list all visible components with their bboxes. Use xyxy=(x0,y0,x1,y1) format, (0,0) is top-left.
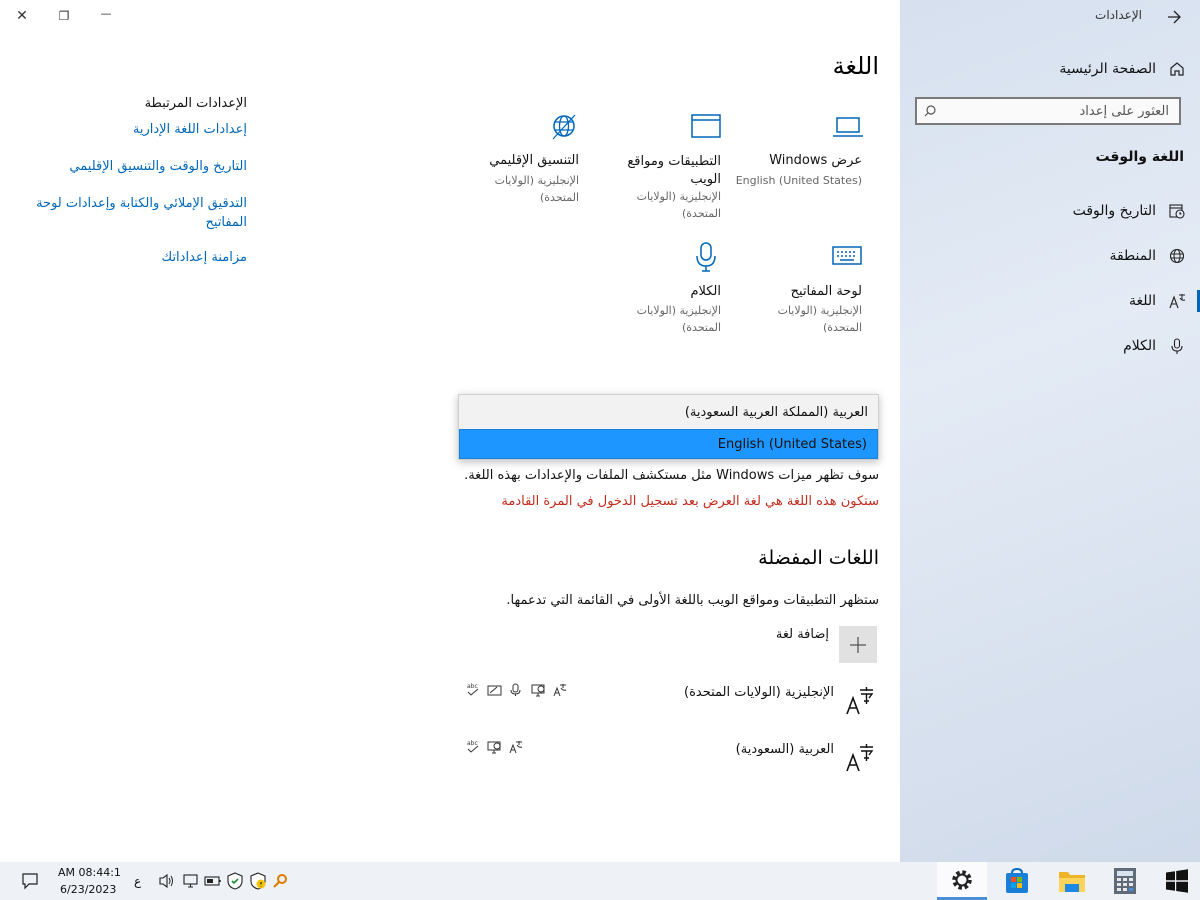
taskbar: AM 08:44:1 6/23/2023 ع xyxy=(0,862,1200,900)
language-small-icon xyxy=(553,684,567,697)
language-name: الإنجليزية (الولايات المتحدة) xyxy=(684,685,834,700)
spelling-typing-link[interactable]: التدقيق الإملائي والكتابة وإعدادات لوحة … xyxy=(32,194,247,232)
language-icon xyxy=(846,687,874,715)
datetime-region-link[interactable]: التاريخ والوقت والتنسيق الإقليمي xyxy=(69,159,247,174)
volume-icon[interactable] xyxy=(158,873,176,889)
sidebar-section-title: اللغة والوقت xyxy=(1095,149,1184,165)
store-app-button[interactable] xyxy=(992,862,1042,900)
home-icon xyxy=(1170,62,1184,76)
keyboard-icon xyxy=(832,246,862,265)
search-placeholder: العثور على إعداد xyxy=(1079,104,1169,119)
sidebar: الإعدادات الصفحة الرئيسية العثور على إعد… xyxy=(900,0,1200,862)
language-feature-icons: abc xyxy=(466,739,536,755)
sidebar-item-speech-label: الكلام xyxy=(1123,338,1156,354)
app-window-icon xyxy=(691,114,721,138)
tile-speech-subtitle: الإنجليزية (الولايات المتحدة) xyxy=(636,304,721,334)
add-icon xyxy=(839,626,877,663)
sidebar-title: الإعدادات xyxy=(1095,8,1142,22)
close-button[interactable]: ✕ xyxy=(12,6,32,26)
globe-grid-icon xyxy=(552,114,576,140)
laptop-icon xyxy=(833,117,863,137)
security-shield-icon[interactable] xyxy=(226,872,244,890)
language-small-icon xyxy=(509,741,523,754)
display-language-info: سوف تظهر ميزات Windows مثل مستكشف الملفا… xyxy=(464,468,879,483)
admin-language-link[interactable]: إعدادات اللغة الإدارية xyxy=(133,122,247,137)
key-icon[interactable] xyxy=(272,873,288,889)
display-language-warning: ستكون هذه اللغة هي لغة العرض بعد تسجيل ا… xyxy=(501,494,879,509)
language-icon xyxy=(846,744,874,772)
language-feature-icons: abc xyxy=(466,682,576,698)
sidebar-item-language-label: اللغة xyxy=(1128,293,1156,309)
windows-logo-icon xyxy=(1166,869,1188,893)
spellcheck-icon: abc xyxy=(467,740,479,753)
dropdown-option-english[interactable]: English (United States) xyxy=(459,429,878,459)
microphone-icon xyxy=(696,242,716,272)
restore-button[interactable]: ❐ xyxy=(54,6,74,26)
globe-icon xyxy=(1169,248,1185,264)
tile-windows-display-title: عرض Windows xyxy=(769,153,862,168)
tile-regional-format-title: التنسيق الإقليمي xyxy=(489,153,579,168)
add-language-label: إضافة لغة xyxy=(775,627,829,642)
search-icon xyxy=(924,105,936,117)
calculator-app-button[interactable] xyxy=(1100,862,1150,900)
microphone-small-icon xyxy=(510,683,521,696)
svg-text:abc: abc xyxy=(467,740,478,747)
tile-regional-format-subtitle: الإنجليزية (الولايات المتحدة) xyxy=(494,174,579,204)
warning-shield-icon[interactable] xyxy=(249,872,267,890)
back-button[interactable] xyxy=(1166,6,1188,28)
sync-settings-link[interactable]: مزامنة إعداداتك xyxy=(161,250,247,265)
language-icon xyxy=(1169,294,1186,309)
clock-date[interactable]: 6/23/2023 xyxy=(60,883,116,896)
tile-speech-title: الكلام xyxy=(690,284,721,299)
back-arrow-icon xyxy=(1168,10,1181,24)
tile-windows-display-subtitle: English (United States) xyxy=(735,174,862,187)
display-icon xyxy=(531,684,545,697)
tile-apps-websites-subtitle: الإنجليزية (الولايات المتحدة) xyxy=(636,190,721,220)
preferred-languages-description: ستظهر التطبيقات ومواقع الويب باللغة الأو… xyxy=(506,593,879,608)
file-explorer-app-button[interactable] xyxy=(1047,862,1097,900)
display-icon xyxy=(487,741,501,754)
related-settings-title: الإعدادات المرتبطة xyxy=(144,96,247,111)
display-language-dropdown[interactable]: العربية (المملكة العربية السعودية) Engli… xyxy=(458,394,879,460)
tile-keyboard-title: لوحة المفاتيح xyxy=(790,284,862,299)
dropdown-option-arabic[interactable]: العربية (المملكة العربية السعودية) xyxy=(459,398,878,428)
action-center-button[interactable] xyxy=(20,871,40,891)
battery-icon[interactable] xyxy=(204,874,222,888)
input-indicator[interactable]: ع xyxy=(134,874,141,888)
preferred-languages-title: اللغات المفضلة xyxy=(758,547,879,569)
search-input[interactable]: العثور على إعداد xyxy=(915,97,1181,125)
store-icon xyxy=(1006,867,1028,893)
spellcheck-icon: abc xyxy=(467,683,479,696)
tile-keyboard-subtitle: الإنجليزية (الولايات المتحدة) xyxy=(777,304,862,334)
clock-time[interactable]: AM 08:44:1 xyxy=(58,866,121,879)
notification-icon xyxy=(22,873,38,890)
sidebar-item-home-label: الصفحة الرئيسية xyxy=(1059,61,1156,77)
settings-app-button[interactable] xyxy=(937,862,987,900)
calendar-clock-icon xyxy=(1169,204,1185,219)
tile-apps-websites-title: التطبيقات ومواقع الويب xyxy=(627,154,721,187)
calculator-icon xyxy=(1114,868,1136,894)
sidebar-item-region-label: المنطقة xyxy=(1109,248,1156,264)
minimize-button[interactable]: — xyxy=(96,4,116,24)
microphone-icon xyxy=(1171,338,1183,354)
folder-icon xyxy=(1059,872,1085,892)
sidebar-item-datetime-label: التاريخ والوقت xyxy=(1072,203,1156,219)
network-icon[interactable] xyxy=(182,873,200,889)
page-title: اللغة xyxy=(832,52,879,80)
gear-icon xyxy=(952,869,972,890)
svg-text:abc: abc xyxy=(467,683,478,690)
language-name: العربية (السعودية) xyxy=(735,742,834,757)
handwriting-icon xyxy=(487,685,502,696)
start-button[interactable] xyxy=(1152,862,1200,900)
